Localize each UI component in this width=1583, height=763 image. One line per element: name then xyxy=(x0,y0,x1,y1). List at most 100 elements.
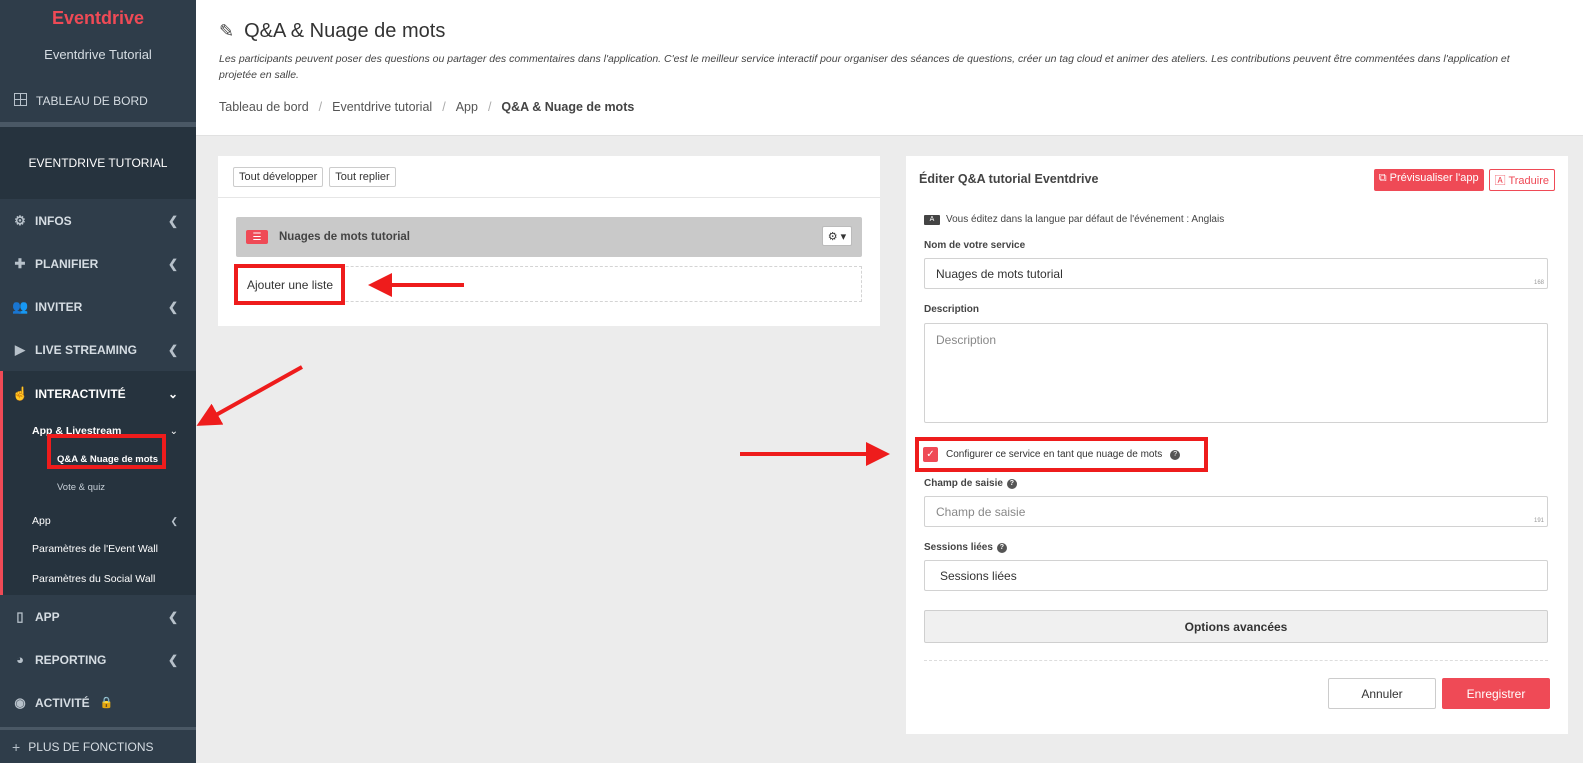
chevron-down-icon: ⌄ xyxy=(167,387,178,401)
help-icon[interactable]: ? xyxy=(1006,478,1017,489)
plus-icon: + xyxy=(12,738,21,755)
sidebar-item-live-streaming[interactable]: ▶ LIVE STREAMING ❮ xyxy=(0,328,196,371)
chevron-left-icon: ❮ xyxy=(167,256,178,271)
sidebar-item-planifier[interactable]: ✚ PLANIFIER ❮ xyxy=(0,242,196,285)
help-icon[interactable]: ? xyxy=(1170,449,1181,460)
wordcloud-checkbox-label: Configurer ce service en tant que nuage … xyxy=(946,449,1163,460)
annotation-highlight-qa xyxy=(47,434,166,469)
input-field-label: Champ de saisie ? xyxy=(924,478,1017,489)
hand-pointer-icon: ☝ xyxy=(12,386,29,401)
brand-logo[interactable]: Eventdrive xyxy=(0,0,196,36)
sidebar-item-label: INFOS xyxy=(35,213,72,228)
collapse-all-button[interactable]: Tout replier xyxy=(329,166,396,187)
edit-panel-header: Éditer Q&A tutorial Eventdrive ⧉ Prévisu… xyxy=(906,156,1568,201)
language-note: A Vous éditez dans la langue par défaut … xyxy=(924,214,1224,225)
sidebar-item-label: PLUS DE FONCTIONS xyxy=(28,739,154,754)
sidebar-item-label: INTERACTIVITÉ xyxy=(35,387,126,401)
checkbox-checked[interactable]: ✓ xyxy=(923,447,938,462)
gears-icon: ⚙ xyxy=(14,212,26,228)
sessions-select[interactable]: Sessions liées xyxy=(924,560,1548,591)
sidebar-item-infos[interactable]: ⚙ INFOS ❮ xyxy=(0,199,196,242)
sidebar-item-interactivity[interactable]: ☝ INTERACTIVITÉ ⌄ xyxy=(3,371,196,417)
breadcrumb-separator: / xyxy=(318,100,323,114)
language-icon: A xyxy=(924,214,940,225)
advanced-options-button[interactable]: Options avancées xyxy=(924,610,1548,643)
broom-icon: ✎ xyxy=(219,21,235,41)
sidebar-item-more[interactable]: + PLUS DE FONCTIONS xyxy=(0,727,196,763)
sidebar-item-label: LIVE STREAMING xyxy=(35,342,138,357)
help-icon[interactable]: ? xyxy=(996,542,1007,553)
sidebar-item-label: APP xyxy=(35,609,60,624)
char-counter: 191 xyxy=(1533,518,1544,524)
event-name: Eventdrive Tutorial xyxy=(44,47,152,62)
breadcrumb-item[interactable]: Eventdrive tutorial xyxy=(332,100,432,114)
puzzle-icon: ✚ xyxy=(14,255,26,271)
sidebar-group-interactivity: ☝ INTERACTIVITÉ ⌄ App & Livestream ⌄ Q&A… xyxy=(0,371,196,595)
divider xyxy=(924,660,1548,661)
pie-chart-icon: ◕ xyxy=(16,652,24,667)
sidebar-item-label: ACTIVITÉ xyxy=(35,695,90,710)
grid-icon xyxy=(12,93,28,109)
chevron-left-icon: ❮ xyxy=(167,609,178,624)
mobile-icon: ▯ xyxy=(16,608,24,624)
expand-all-button[interactable]: Tout développer xyxy=(233,166,324,187)
chevron-left-icon: ❮ xyxy=(167,652,178,667)
description-label: Description xyxy=(924,304,980,315)
char-counter: 168 xyxy=(1533,280,1544,286)
play-icon: ▶ xyxy=(15,341,25,357)
breadcrumb-separator: / xyxy=(442,100,446,114)
wordcloud-checkbox-row[interactable]: ✓ Configurer ce service en tant que nuag… xyxy=(915,437,1208,472)
lists-panel: Tout développer Tout replier ☰ Nuages de… xyxy=(218,156,880,326)
input-field-input[interactable]: Champ de saisie 191 xyxy=(924,496,1548,527)
sidebar-item-reporting[interactable]: ◕ REPORTING ❮ xyxy=(0,638,196,681)
sidebar-item-inviter[interactable]: 👥 INVITER ❮ xyxy=(0,285,196,328)
lists-toolbar: Tout développer Tout replier xyxy=(218,156,880,198)
list-item-title: Nuages de mots tutorial xyxy=(279,231,410,243)
chevron-left-icon: ❮ xyxy=(167,342,178,357)
add-list-button[interactable]: Ajouter une liste xyxy=(234,264,345,305)
sidebar-subitem-label: App xyxy=(32,515,51,527)
breadcrumb-item[interactable]: App xyxy=(456,100,478,114)
gear-dropdown-button[interactable]: ⚙ ▾ xyxy=(822,226,852,246)
edit-panel-title: Éditer Q&A tutorial Eventdrive xyxy=(919,171,1099,186)
edit-panel: Éditer Q&A tutorial Eventdrive ⧉ Prévisu… xyxy=(906,156,1568,734)
sidebar-item-label: INVITER xyxy=(35,299,83,314)
sidebar-subitem-app[interactable]: App ❮ xyxy=(3,507,196,535)
sidebar-subitem-event-wall[interactable]: Paramètres de l'Event Wall xyxy=(3,535,196,563)
list-icon: ☰ xyxy=(246,230,268,244)
sidebar-item-label: TABLEAU DE BORD xyxy=(36,94,148,108)
page-title: ✎ Q&A & Nuage de mots xyxy=(219,20,445,43)
service-name-input[interactable]: Nuages de mots tutorial 168 xyxy=(924,258,1548,289)
translate-button[interactable]: 🄰 Traduire xyxy=(1488,169,1555,191)
add-list-dropzone: Ajouter une liste xyxy=(234,264,862,305)
preview-app-button[interactable]: ⧉ Prévisualiser l'app xyxy=(1373,169,1484,191)
list-item[interactable]: ☰ Nuages de mots tutorial ⚙ ▾ xyxy=(236,217,862,257)
sessions-label: Sessions liées ? xyxy=(924,542,1007,553)
sidebar: Eventdrive Eventdrive Tutorial TABLEAU D… xyxy=(0,0,196,763)
event-header: EVENTDRIVE TUTORIAL xyxy=(0,127,196,199)
breadcrumb: Tableau de bord / Eventdrive tutorial / … xyxy=(219,100,634,114)
page-description: Les participants peuvent poser des quest… xyxy=(219,53,1510,81)
description-textarea[interactable]: Description xyxy=(924,323,1548,423)
breadcrumb-current: Q&A & Nuage de mots xyxy=(501,100,635,114)
chevron-down-icon: ⌄ xyxy=(169,425,178,437)
external-link-icon: ⧉ xyxy=(1378,172,1387,184)
sidebar-subitem-vote-quiz[interactable]: Vote & quiz xyxy=(3,473,196,501)
eye-icon: ◉ xyxy=(14,694,26,710)
page-title-text: Q&A & Nuage de mots xyxy=(244,20,446,42)
cancel-button[interactable]: Annuler xyxy=(1328,678,1436,709)
sidebar-subitem-social-wall[interactable]: Paramètres du Social Wall xyxy=(3,563,196,595)
sidebar-item-app[interactable]: ▯ APP ❮ xyxy=(0,595,196,638)
breadcrumb-item[interactable]: Tableau de bord xyxy=(219,100,309,114)
service-name-label: Nom de votre service xyxy=(924,240,1026,251)
chevron-left-icon: ❮ xyxy=(170,515,178,526)
users-icon: 👥 xyxy=(12,298,29,314)
annotation-arrow-sidebar xyxy=(196,365,303,426)
save-button[interactable]: Enregistrer xyxy=(1442,678,1550,709)
sidebar-item-label: PLANIFIER xyxy=(35,256,99,271)
breadcrumb-separator: / xyxy=(487,100,492,114)
sidebar-item-dashboard[interactable]: TABLEAU DE BORD xyxy=(0,80,196,122)
translate-icon: 🄰 xyxy=(1494,175,1506,187)
sidebar-item-activite[interactable]: ◉ ACTIVITÉ 🔒 xyxy=(0,681,196,724)
page-header: ✎ Q&A & Nuage de mots Les participants p… xyxy=(196,0,1583,136)
